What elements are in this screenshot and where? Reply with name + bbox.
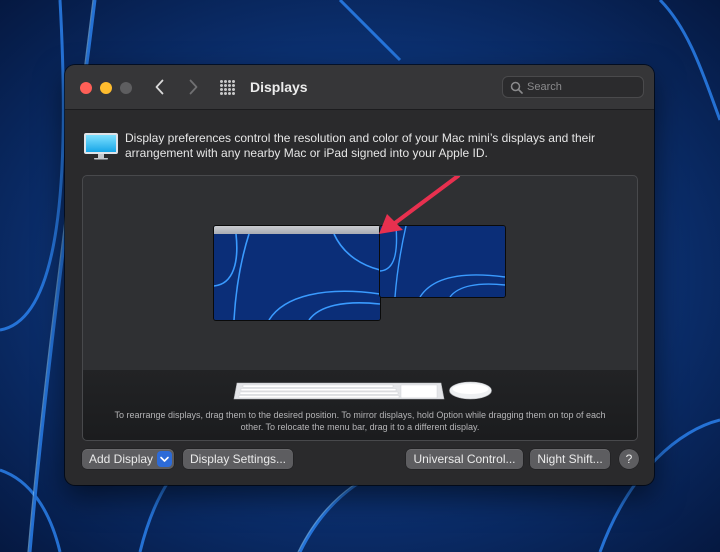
add-display-button[interactable]: Add Display xyxy=(82,449,174,469)
chevron-left-icon[interactable] xyxy=(150,77,170,97)
arrangement-hint: To rearrange displays, drag them to the … xyxy=(114,410,606,432)
mouse-icon xyxy=(449,381,492,400)
display-settings-button[interactable]: Display Settings... xyxy=(183,449,293,469)
display-arrangement-area[interactable]: To rearrange displays, drag them to the … xyxy=(82,175,638,441)
search-field[interactable] xyxy=(502,76,644,98)
search-icon xyxy=(510,81,523,94)
minimize-icon[interactable] xyxy=(100,82,112,94)
window-title: Displays xyxy=(250,79,308,95)
main-display[interactable] xyxy=(214,226,380,320)
help-button[interactable]: ? xyxy=(619,449,639,469)
menu-bar-handle[interactable] xyxy=(214,226,380,234)
universal-control-button[interactable]: Universal Control... xyxy=(406,449,523,469)
add-display-label: Add Display xyxy=(89,452,154,466)
chevron-right-icon[interactable] xyxy=(183,77,203,97)
search-input[interactable] xyxy=(527,79,637,95)
display-icon xyxy=(84,133,118,160)
close-icon[interactable] xyxy=(80,82,92,94)
titlebar: Displays xyxy=(65,65,654,110)
chevron-down-icon[interactable] xyxy=(157,451,172,467)
maximize-icon[interactable] xyxy=(120,82,132,94)
keyboard-icon xyxy=(233,382,445,400)
main-display-wallpaper xyxy=(214,226,380,320)
displays-window: Displays Display preferences control the… xyxy=(65,65,654,485)
grid-icon[interactable] xyxy=(219,79,236,96)
night-shift-button[interactable]: Night Shift... xyxy=(530,449,610,469)
annotation-arrow-icon xyxy=(379,176,460,234)
info-description: Display preferences control the resoluti… xyxy=(125,131,596,160)
